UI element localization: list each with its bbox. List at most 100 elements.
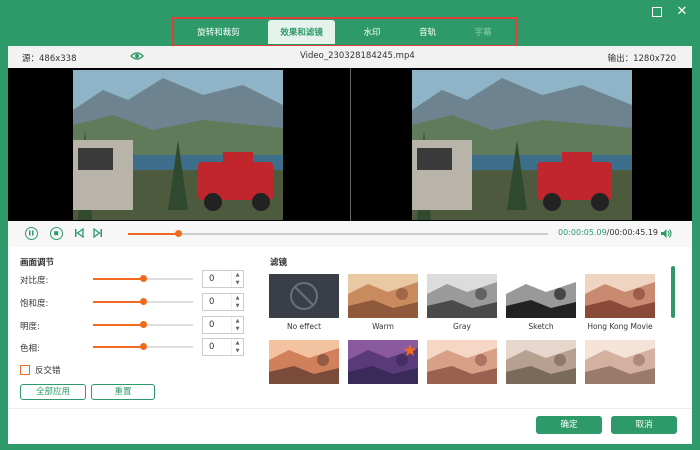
playback-controls: 00:00:05.09/00:00:45.19 <box>8 221 692 247</box>
filter-item-10[interactable] <box>585 340 655 388</box>
saturation-slider[interactable] <box>93 298 193 305</box>
filter-item-9[interactable] <box>506 340 576 388</box>
deinterlace-checkbox[interactable] <box>20 365 30 375</box>
filter-label: Warm <box>372 322 394 331</box>
brightness-row: 明度: 0 ▲ ▼ <box>20 316 250 334</box>
saturation-row: 饱和度: 0 ▲ ▼ <box>20 293 250 311</box>
hue-value: 0 <box>209 342 215 352</box>
filter-scrollbar[interactable] <box>671 266 675 318</box>
preview-divider <box>350 68 351 221</box>
stepper-arrows-icon[interactable]: ▲ ▼ <box>231 317 243 333</box>
filter-item-7[interactable] <box>348 340 418 388</box>
eye-icon[interactable] <box>130 51 144 61</box>
filter-thumbnail[interactable] <box>585 274 655 318</box>
tab-subtitle[interactable]: 字幕 <box>465 21 502 43</box>
close-icon[interactable]: ✕ <box>676 5 688 18</box>
output-preview-frame <box>412 70 632 220</box>
stepper-arrows-icon[interactable]: ▲ ▼ <box>231 339 243 355</box>
slider-fill <box>93 301 143 303</box>
filter-thumbnail[interactable] <box>348 340 418 384</box>
filter-thumbnail[interactable] <box>585 340 655 384</box>
pause-icon[interactable] <box>25 227 38 240</box>
title-bar: ✕ 旋转和裁剪 效果和滤镜 水印 音轨 字幕 <box>0 0 700 47</box>
hue-stepper[interactable]: 0 ▲ ▼ <box>202 338 244 356</box>
slider-handle[interactable] <box>140 275 147 282</box>
brightness-stepper[interactable]: 0 ▲ ▼ <box>202 316 244 334</box>
tab-watermark[interactable]: 水印 <box>353 21 390 43</box>
deinterlace-label: 反交错 <box>35 366 61 376</box>
filter-thumbnail[interactable] <box>427 274 497 318</box>
contrast-row: 对比度: 0 ▲ ▼ <box>20 270 250 288</box>
filter-label: Sketch <box>528 322 554 331</box>
slider-fill <box>93 346 143 348</box>
info-bar: 源：486x338 Video_230328184245.mp4 输出：1280… <box>8 46 692 68</box>
filter-thumbnail[interactable] <box>269 274 339 318</box>
deinterlace-option[interactable]: 反交错 <box>20 364 61 376</box>
slider-handle[interactable] <box>140 298 147 305</box>
slider-fill <box>93 324 143 326</box>
tab-effects-filters[interactable]: 效果和滤镜 <box>268 20 335 44</box>
source-resolution: 源：486x338 <box>22 54 77 64</box>
filter-thumbnail[interactable] <box>348 274 418 318</box>
total-time: /00:00:45.19 <box>606 228 659 237</box>
volume-icon[interactable] <box>660 228 672 239</box>
reset-button[interactable]: 重置 <box>91 384 155 400</box>
apply-all-button[interactable]: 全部应用 <box>20 384 86 400</box>
saturation-stepper[interactable]: 0 ▲ ▼ <box>202 293 244 311</box>
time-display: 00:00:05.09/00:00:45.19 <box>558 228 658 237</box>
tab-rotate-crop[interactable]: 旋转和裁剪 <box>187 21 250 43</box>
video-preview <box>8 68 692 221</box>
hue-slider[interactable] <box>93 343 193 350</box>
original-preview-frame <box>73 70 283 220</box>
saturation-label: 饱和度: <box>20 299 49 309</box>
progress-fill <box>128 233 179 235</box>
filter-thumbnail[interactable] <box>427 340 497 384</box>
slider-handle[interactable] <box>140 321 147 328</box>
contrast-label: 对比度: <box>20 276 49 286</box>
slider-fill <box>93 278 143 280</box>
contrast-slider[interactable] <box>93 275 193 282</box>
output-resolution: 输出：1280x720 <box>607 54 676 64</box>
filter-thumbnail[interactable] <box>506 340 576 384</box>
filters-title: 滤镜 <box>270 258 288 268</box>
filter-thumbnail[interactable] <box>269 340 339 384</box>
filter-thumbnail[interactable] <box>506 274 576 318</box>
editor-panel: 源：486x338 Video_230328184245.mp4 输出：1280… <box>8 46 692 444</box>
filter-label: Hong Kong Movie <box>587 322 653 331</box>
contrast-value: 0 <box>209 274 215 284</box>
brightness-value: 0 <box>209 320 215 330</box>
filter-item-8[interactable] <box>427 340 497 388</box>
brightness-label: 明度: <box>20 322 40 332</box>
hue-label: 色相: <box>20 344 40 354</box>
contrast-stepper[interactable]: 0 ▲ ▼ <box>202 270 244 288</box>
progress-bar[interactable] <box>128 230 548 237</box>
slider-handle[interactable] <box>140 343 147 350</box>
hue-row: 色相: 0 ▲ ▼ <box>20 338 250 356</box>
filter-gray[interactable]: Gray <box>427 274 497 331</box>
confirm-button[interactable]: 确定 <box>536 416 602 434</box>
filter-no-effect[interactable]: No effect <box>269 274 339 331</box>
filter-item-6[interactable] <box>269 340 339 388</box>
tab-audio-track[interactable]: 音轨 <box>409 21 446 43</box>
cancel-button[interactable]: 取消 <box>611 416 677 434</box>
maximize-icon[interactable] <box>652 7 662 17</box>
progress-handle[interactable] <box>175 230 183 237</box>
file-name: Video_230328184245.mp4 <box>300 51 415 61</box>
stepper-arrows-icon[interactable]: ▲ ▼ <box>231 271 243 287</box>
stepper-arrows-icon[interactable]: ▲ ▼ <box>231 294 243 310</box>
filter-sketch[interactable]: Sketch <box>506 274 576 331</box>
filter-label: No effect <box>286 322 322 331</box>
filter-hong-kong-movie[interactable]: Hong Kong Movie <box>585 274 655 331</box>
adjustments-title: 画面调节 <box>20 258 55 268</box>
stop-icon[interactable] <box>50 227 63 240</box>
footer-divider <box>8 408 692 409</box>
next-icon[interactable] <box>92 228 103 238</box>
window-controls: ✕ <box>652 5 688 18</box>
filter-warm[interactable]: Warm <box>348 274 418 331</box>
saturation-value: 0 <box>209 297 215 307</box>
current-time: 00:00:05.09 <box>558 228 607 237</box>
filter-label: Gray <box>453 322 471 331</box>
brightness-slider[interactable] <box>93 321 193 328</box>
previous-icon[interactable] <box>74 228 85 238</box>
tab-bar: 旋转和裁剪 效果和滤镜 水印 音轨 字幕 <box>172 17 517 47</box>
